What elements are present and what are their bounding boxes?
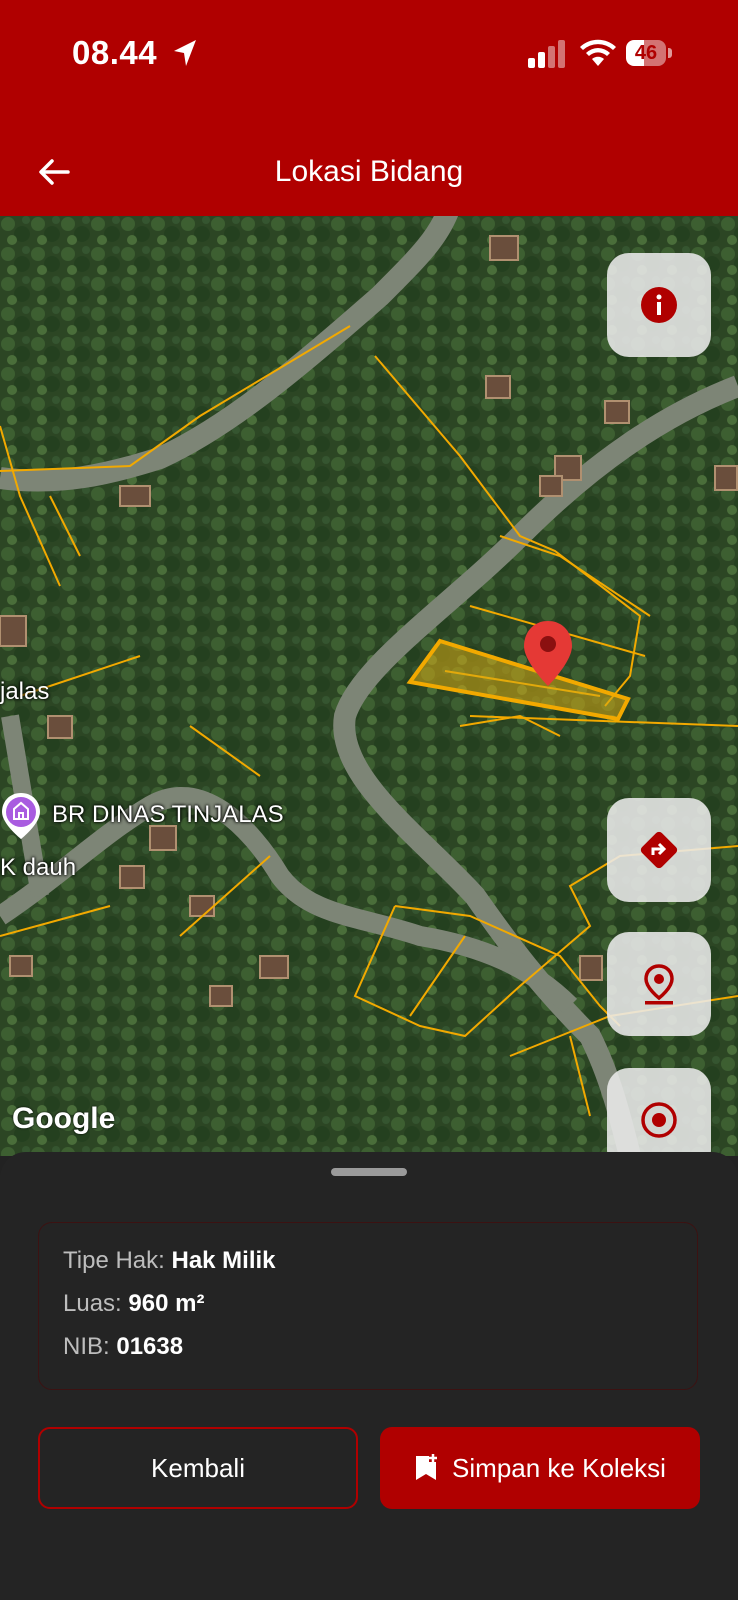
directions-button[interactable] bbox=[607, 798, 711, 902]
current-location-button[interactable] bbox=[607, 1068, 711, 1156]
info-button[interactable] bbox=[607, 253, 711, 357]
nib-value: 01638 bbox=[116, 1333, 184, 1360]
luas-value: 960 m² bbox=[128, 1290, 205, 1317]
status-time: 08.44 bbox=[72, 34, 158, 71]
nib-label: NIB: bbox=[63, 1333, 110, 1360]
info-icon bbox=[641, 287, 677, 323]
bookmark-add-icon bbox=[416, 1454, 438, 1480]
tipe-hak-value: Hak Milik bbox=[171, 1247, 276, 1274]
sheet-drag-handle[interactable] bbox=[331, 1168, 407, 1176]
parcel-info-card: Tipe Hak: Hak Milik Luas: 960 m² NIB: 01… bbox=[38, 1222, 698, 1390]
map-label-poi2: K dauh bbox=[0, 854, 77, 881]
location-pin-button[interactable] bbox=[607, 932, 711, 1036]
place-of-worship-icon[interactable] bbox=[0, 791, 42, 841]
tipe-hak-row: Tipe Hak: Hak Milik bbox=[63, 1247, 276, 1275]
battery-indicator: 46 bbox=[626, 40, 674, 68]
back-button[interactable]: Kembali bbox=[38, 1427, 358, 1509]
page-title: Lokasi Bidang bbox=[274, 155, 464, 188]
cellular-signal-icon bbox=[528, 40, 565, 68]
tipe-hak-label: Tipe Hak: bbox=[63, 1247, 165, 1274]
map-label-poi: BR DINAS TINJALAS bbox=[52, 801, 284, 828]
bottom-sheet: Tipe Hak: Hak Milik Luas: 960 m² NIB: 01… bbox=[0, 1152, 738, 1600]
target-icon bbox=[641, 1102, 677, 1138]
battery-level-text: 46 bbox=[634, 42, 658, 64]
map-label-village: jalas bbox=[0, 678, 50, 705]
back-button-label: Kembali bbox=[151, 1452, 245, 1483]
luas-row: Luas: 960 m² bbox=[63, 1290, 204, 1318]
location-arrow-icon bbox=[174, 40, 196, 66]
save-button-label: Simpan ke Koleksi bbox=[452, 1452, 666, 1483]
location-pin-icon bbox=[644, 964, 674, 1005]
app-header: 08.44 46 Lokasi Bidang bbox=[0, 0, 738, 216]
luas-label: Luas: bbox=[63, 1290, 122, 1317]
save-to-collection-button[interactable]: Simpan ke Koleksi bbox=[380, 1427, 700, 1509]
google-attribution: Google bbox=[12, 1102, 116, 1135]
wifi-icon bbox=[580, 39, 616, 66]
satellite-map[interactable]: jalas BR DINAS TINJALAS K dauh Google bbox=[0, 216, 738, 1156]
directions-icon bbox=[640, 831, 678, 869]
nib-row: NIB: 01638 bbox=[63, 1333, 183, 1361]
